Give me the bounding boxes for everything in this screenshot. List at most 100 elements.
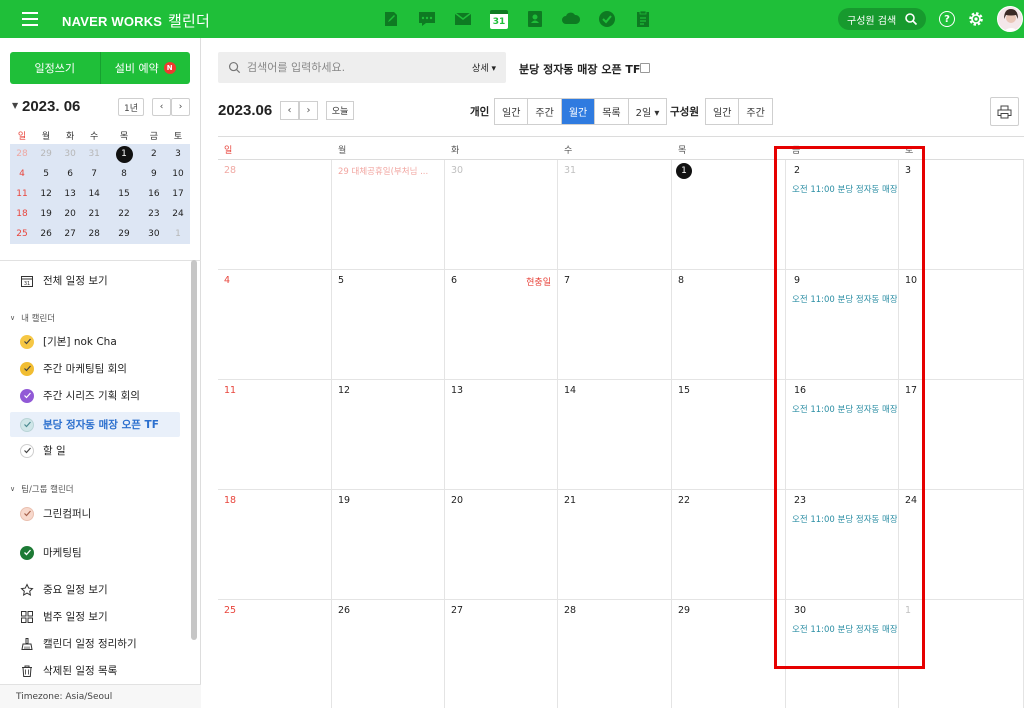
check-icon[interactable] xyxy=(20,506,34,521)
category-events-link[interactable]: 범주 일정 보기 xyxy=(10,604,180,629)
member-search-button[interactable]: 구성원 검색 xyxy=(838,8,926,30)
important-events-link[interactable]: 중요 일정 보기 xyxy=(10,577,180,602)
mini-day-cell[interactable]: 2 xyxy=(141,144,166,164)
search-detail-dropdown[interactable]: 상세 ▾ xyxy=(472,61,496,74)
check-icon[interactable] xyxy=(20,545,34,560)
contacts-app-icon[interactable] xyxy=(524,8,546,30)
check-icon[interactable] xyxy=(20,443,34,458)
team-calendars-section[interactable]: ∨ 팀/그룹 캘린더 xyxy=(10,483,74,495)
day-cell[interactable]: 25 xyxy=(218,600,332,708)
mini-day-cell[interactable]: 6 xyxy=(58,164,83,184)
mail-app-icon[interactable] xyxy=(452,8,474,30)
mini-day-cell[interactable]: 15 xyxy=(106,184,142,204)
search-input[interactable] xyxy=(247,61,457,74)
view-day-button[interactable]: 일간 xyxy=(495,99,529,124)
drive-app-icon[interactable] xyxy=(560,8,582,30)
message-app-icon[interactable] xyxy=(416,8,438,30)
my-calendars-section[interactable]: ∨ 내 캘린더 xyxy=(10,312,55,324)
event-item[interactable]: 오전 11:00 분당 정자동 매장 xyxy=(792,513,897,525)
chevron-down-icon[interactable]: ▼ xyxy=(12,101,18,110)
event-item[interactable]: 오전 11:00 분당 정자동 매장 xyxy=(792,183,897,195)
calendar-item-default[interactable]: [기본] nok Cha xyxy=(10,329,180,354)
note-app-icon[interactable] xyxy=(380,8,402,30)
day-cell[interactable]: 2 오전 11:00 분당 정자동 매장 xyxy=(786,160,899,270)
mini-day-cell[interactable]: 8 xyxy=(106,164,142,184)
calendar-item-bundang-tf[interactable]: 분당 정자동 매장 오픈 TF xyxy=(10,412,180,437)
calendar-item-series-meeting[interactable]: 주간 시리즈 기획 회의 xyxy=(10,383,180,408)
mini-day-cell[interactable]: 24 xyxy=(165,204,190,224)
mini-day-cell[interactable]: 18 xyxy=(10,204,35,224)
mini-day-cell[interactable]: 28 xyxy=(10,144,35,164)
menu-icon[interactable] xyxy=(22,12,38,26)
day-cell[interactable]: 1 xyxy=(672,160,786,270)
calendar-item-green-company[interactable]: 그린컴퍼니 xyxy=(10,501,180,526)
mini-day-cell[interactable]: 17 xyxy=(165,184,190,204)
mini-prev-button[interactable]: ‹ xyxy=(152,98,171,116)
mini-calendar-month[interactable]: 2023. 06 xyxy=(22,98,80,115)
check-icon[interactable] xyxy=(20,334,34,349)
brand-logo[interactable]: NAVER WORKS 캘린더 xyxy=(62,10,210,31)
mini-day-cell[interactable]: 3 xyxy=(165,144,190,164)
check-icon[interactable] xyxy=(20,388,34,403)
day-cell[interactable]: 26 xyxy=(332,600,445,708)
view-two-day-dropdown[interactable]: 2일 ▾ xyxy=(628,99,667,124)
mini-day-cell[interactable]: 13 xyxy=(58,184,83,204)
mini-day-cell[interactable]: 19 xyxy=(34,204,59,224)
organize-events-link[interactable]: 캘린더 일정 정리하기 xyxy=(10,631,180,656)
calendar-app-icon[interactable]: 31 xyxy=(488,8,510,30)
mini-day-cell[interactable]: 28 xyxy=(82,224,107,244)
refresh-icon[interactable] xyxy=(640,63,650,73)
deleted-events-link[interactable]: 삭제된 일정 목록 xyxy=(10,658,180,683)
member-week-button[interactable]: 주간 xyxy=(739,99,772,124)
day-cell[interactable]: 28 xyxy=(218,160,332,270)
mini-day-cell[interactable]: 29 xyxy=(106,224,142,244)
mini-day-cell[interactable]: 1 xyxy=(165,224,190,244)
view-list-button[interactable]: 목록 xyxy=(595,99,629,124)
mini-day-cell[interactable]: 25 xyxy=(10,224,35,244)
day-cell[interactable]: 19 xyxy=(332,490,445,600)
write-event-button[interactable]: 일정쓰기 xyxy=(10,52,101,84)
day-cell[interactable]: 31 xyxy=(558,160,672,270)
check-icon[interactable] xyxy=(20,361,34,376)
day-cell[interactable]: 5 xyxy=(332,270,445,380)
event-item[interactable]: 오전 11:00 분당 정자동 매장 xyxy=(792,623,897,635)
view-week-button[interactable]: 주간 xyxy=(528,99,562,124)
mini-day-cell[interactable]: 26 xyxy=(34,224,59,244)
day-cell[interactable]: 22 xyxy=(672,490,786,600)
survey-app-icon[interactable] xyxy=(632,8,654,30)
day-cell[interactable]: 27 xyxy=(445,600,558,708)
view-all-events[interactable]: 31 전체 일정 보기 xyxy=(10,268,180,293)
calendar-item-marketing-team[interactable]: 마케팅팀 xyxy=(10,540,180,565)
mini-day-cell[interactable]: 7 xyxy=(82,164,107,184)
day-cell[interactable]: 6 현충일 xyxy=(445,270,558,380)
day-cell[interactable]: 16 오전 11:00 분당 정자동 매장 xyxy=(786,380,899,490)
gear-icon[interactable] xyxy=(967,10,985,28)
mini-day-cell[interactable]: 4 xyxy=(10,164,35,184)
one-year-button[interactable]: 1년 xyxy=(118,98,144,116)
day-cell[interactable]: 15 xyxy=(672,380,786,490)
mini-day-cell[interactable]: 1 xyxy=(106,144,142,164)
day-cell[interactable]: 30 오전 11:00 분당 정자동 매장 xyxy=(786,600,899,708)
avatar[interactable] xyxy=(997,6,1023,32)
day-cell[interactable]: 11 xyxy=(218,380,332,490)
reserve-facility-button[interactable]: 설비 예약 N xyxy=(100,52,190,84)
day-cell[interactable]: 13 xyxy=(445,380,558,490)
mini-day-cell[interactable]: 30 xyxy=(58,144,83,164)
next-month-button[interactable]: › xyxy=(299,101,318,120)
mini-day-cell[interactable]: 11 xyxy=(10,184,35,204)
day-cell[interactable]: 12 xyxy=(332,380,445,490)
task-app-icon[interactable] xyxy=(596,8,618,30)
prev-month-button[interactable]: ‹ xyxy=(280,101,299,120)
mini-day-cell[interactable]: 27 xyxy=(58,224,83,244)
day-cell[interactable]: 8 xyxy=(672,270,786,380)
mini-day-cell[interactable]: 20 xyxy=(58,204,83,224)
member-day-button[interactable]: 일간 xyxy=(706,99,740,124)
day-cell[interactable]: 3 xyxy=(899,160,1024,270)
mini-day-cell[interactable]: 5 xyxy=(34,164,59,184)
day-cell[interactable]: 29 대체공휴일(부처님 ... xyxy=(332,160,445,270)
day-cell[interactable]: 28 xyxy=(558,600,672,708)
sidebar-scrollbar[interactable] xyxy=(191,260,197,640)
event-item[interactable]: 오전 11:00 분당 정자동 매장 xyxy=(792,293,897,305)
mini-day-cell[interactable]: 30 xyxy=(141,224,166,244)
day-cell[interactable]: 9 오전 11:00 분당 정자동 매장 xyxy=(786,270,899,380)
